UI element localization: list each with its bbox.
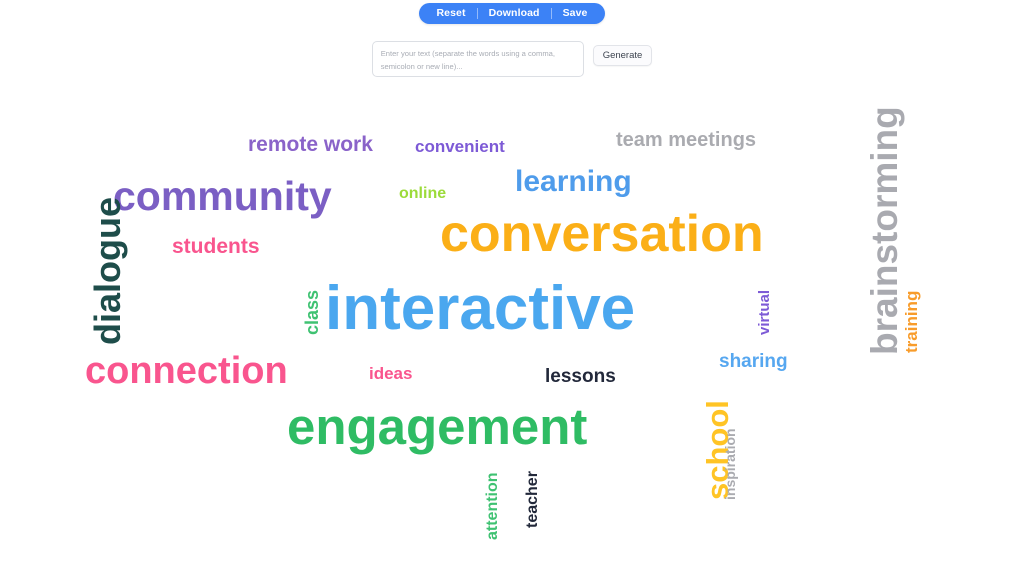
cloud-word[interactable]: interactive bbox=[325, 278, 635, 340]
cloud-word[interactable]: inspiration bbox=[722, 428, 738, 500]
cloud-word[interactable]: conversation bbox=[440, 208, 764, 260]
cloud-word[interactable]: ideas bbox=[369, 365, 412, 382]
cloud-word[interactable]: engagement bbox=[287, 401, 587, 452]
cloud-word[interactable]: virtual bbox=[756, 290, 773, 335]
toolbar: Reset Download Save bbox=[0, 0, 1024, 24]
cloud-word[interactable]: students bbox=[172, 236, 260, 257]
cloud-word[interactable]: lessons bbox=[545, 367, 616, 386]
cloud-word[interactable]: dialogue bbox=[87, 197, 128, 345]
cloud-word[interactable]: remote work bbox=[248, 134, 373, 155]
action-button-group: Reset Download Save bbox=[419, 3, 605, 24]
cloud-word[interactable]: team meetings bbox=[616, 130, 756, 150]
cloud-word[interactable]: training bbox=[902, 291, 921, 353]
reset-button[interactable]: Reset bbox=[425, 3, 476, 24]
text-entry-row: Generate bbox=[0, 41, 1024, 77]
cloud-word[interactable]: class bbox=[302, 290, 322, 335]
cloud-word[interactable]: convenient bbox=[415, 138, 505, 155]
word-cloud-canvas: interactive conversation engagement communi… bbox=[0, 90, 1024, 565]
words-input[interactable] bbox=[371, 41, 584, 77]
save-button[interactable]: Save bbox=[552, 3, 599, 24]
cloud-word[interactable]: learning bbox=[515, 167, 632, 197]
generate-button[interactable]: Generate bbox=[592, 45, 653, 66]
download-button[interactable]: Download bbox=[478, 3, 551, 24]
cloud-word[interactable]: connection bbox=[85, 352, 288, 390]
cloud-word[interactable]: online bbox=[399, 186, 446, 202]
cloud-word[interactable]: attention bbox=[484, 472, 501, 540]
cloud-word[interactable]: community bbox=[113, 176, 332, 217]
cloud-word[interactable]: teacher bbox=[524, 471, 541, 528]
cloud-word[interactable]: sharing bbox=[719, 352, 788, 371]
cloud-word[interactable]: brainstorming bbox=[864, 106, 905, 355]
